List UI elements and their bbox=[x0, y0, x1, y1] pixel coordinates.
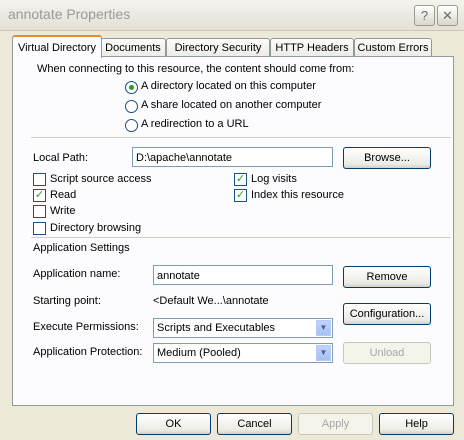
app-name-input[interactable]: annotate bbox=[153, 265, 333, 285]
starting-point-value: <Default We...\annotate bbox=[153, 295, 269, 307]
tab-directory-security[interactable]: Directory Security bbox=[166, 38, 270, 57]
checkbox-script-source-access[interactable] bbox=[33, 173, 46, 186]
chevron-down-icon[interactable]: ▼ bbox=[316, 320, 331, 336]
index-resource-label[interactable]: Index this resource bbox=[251, 189, 344, 201]
app-protection-label: Application Protection: bbox=[33, 346, 143, 358]
virtual-directory-panel: When connecting to this resource, the co… bbox=[12, 56, 454, 406]
log-visits-label[interactable]: Log visits bbox=[251, 173, 297, 185]
app-name-label: Application name: bbox=[33, 268, 121, 280]
tab-label: Directory Security bbox=[174, 42, 262, 54]
check-icon: ✓ bbox=[235, 189, 246, 201]
tab-documents[interactable]: Documents bbox=[100, 38, 166, 57]
checkbox-write[interactable] bbox=[33, 205, 46, 218]
button-label: OK bbox=[165, 418, 182, 430]
tab-virtual-directory[interactable]: Virtual Directory bbox=[12, 35, 102, 58]
apply-button[interactable]: Apply bbox=[298, 413, 373, 435]
cancel-button[interactable]: Cancel bbox=[217, 413, 292, 435]
button-label: Browse... bbox=[364, 152, 410, 164]
radio-local-directory[interactable] bbox=[125, 81, 138, 94]
button-label: Help bbox=[405, 418, 428, 430]
local-path-label: Local Path: bbox=[33, 152, 89, 164]
radio-url-redirect[interactable] bbox=[125, 119, 138, 132]
browse-button[interactable]: Browse... bbox=[343, 147, 431, 169]
unload-button[interactable]: Unload bbox=[343, 342, 431, 364]
select-value: Medium (Pooled) bbox=[157, 347, 241, 359]
execute-permissions-label: Execute Permissions: bbox=[33, 321, 139, 333]
local-path-input[interactable]: D:\apache\annotate bbox=[132, 147, 333, 167]
tab-custom-errors[interactable]: Custom Errors bbox=[354, 38, 432, 57]
checkbox-directory-browsing[interactable] bbox=[33, 222, 46, 235]
checkbox-index-resource[interactable]: ✓ bbox=[234, 189, 247, 202]
radio-url-redirect-label[interactable]: A redirection to a URL bbox=[141, 118, 249, 130]
checkbox-read[interactable]: ✓ bbox=[33, 189, 46, 202]
radio-network-share-label[interactable]: A share located on another computer bbox=[141, 99, 321, 111]
app-settings-divider bbox=[31, 237, 451, 238]
chevron-down-icon[interactable]: ▼ bbox=[316, 345, 331, 361]
radio-network-share[interactable] bbox=[125, 100, 138, 113]
help-title-button[interactable]: ? bbox=[414, 5, 435, 26]
close-button[interactable]: ✕ bbox=[437, 5, 458, 26]
directory-browsing-label[interactable]: Directory browsing bbox=[50, 222, 141, 234]
script-source-access-label[interactable]: Script source access bbox=[50, 173, 151, 185]
ok-button[interactable]: OK bbox=[136, 413, 211, 435]
write-label[interactable]: Write bbox=[50, 205, 75, 217]
button-label: Unload bbox=[369, 347, 405, 359]
check-icon: ✓ bbox=[34, 189, 45, 201]
button-label: Cancel bbox=[237, 418, 272, 430]
button-label: Remove bbox=[366, 271, 408, 283]
check-icon: ✓ bbox=[235, 173, 246, 185]
radio-local-directory-label[interactable]: A directory located on this computer bbox=[141, 80, 316, 92]
configuration-button[interactable]: Configuration... bbox=[343, 303, 431, 325]
checkbox-log-visits[interactable]: ✓ bbox=[234, 173, 247, 186]
content-source-prompt: When connecting to this resource, the co… bbox=[37, 63, 355, 75]
button-label: Configuration... bbox=[349, 308, 425, 320]
tab-label: HTTP Headers bbox=[275, 42, 349, 54]
tab-label: Virtual Directory bbox=[17, 41, 97, 54]
tab-http-headers[interactable]: HTTP Headers bbox=[270, 38, 354, 57]
remove-button[interactable]: Remove bbox=[343, 266, 431, 288]
app-protection-select[interactable]: Medium (Pooled) ▼ bbox=[153, 343, 333, 363]
read-label[interactable]: Read bbox=[50, 189, 76, 201]
question-icon: ? bbox=[420, 8, 429, 23]
close-icon: ✕ bbox=[442, 7, 453, 23]
select-value: Scripts and Executables bbox=[157, 322, 276, 334]
divider bbox=[31, 137, 451, 138]
app-settings-header: Application Settings bbox=[33, 242, 130, 254]
button-label: Apply bbox=[321, 418, 350, 430]
tab-label: Custom Errors bbox=[357, 42, 429, 54]
tab-label: Documents bbox=[105, 42, 161, 54]
execute-permissions-select[interactable]: Scripts and Executables ▼ bbox=[153, 318, 333, 338]
help-button[interactable]: Help bbox=[379, 413, 454, 435]
window-title: annotate Properties bbox=[8, 6, 131, 22]
starting-point-label: Starting point: bbox=[33, 295, 101, 307]
properties-dialog: annotate Properties ? ✕ Virtual Director… bbox=[0, 0, 464, 440]
title-bar: annotate Properties ? ✕ bbox=[0, 0, 464, 31]
